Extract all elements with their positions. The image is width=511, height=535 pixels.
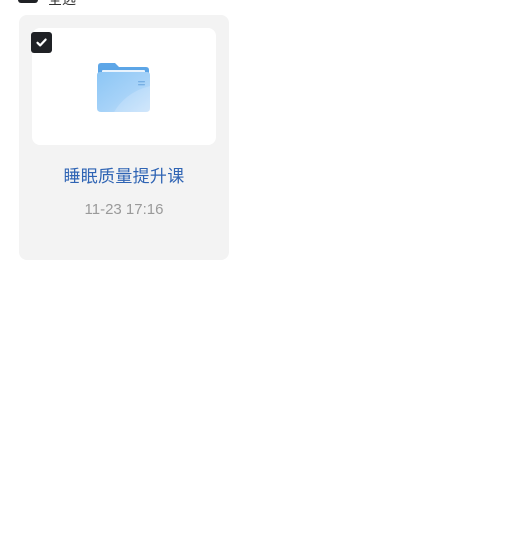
file-thumbnail[interactable]	[31, 28, 216, 145]
checkmark-icon	[36, 38, 47, 47]
select-all-checkbox[interactable]	[18, 0, 38, 3]
file-modified-time: 11-23 17:16	[84, 201, 164, 218]
file-grid-page: 全选 睡眠质量提升课 11-23 17:16	[0, 0, 511, 535]
file-card[interactable]: 睡眠质量提升课 11-23 17:16	[19, 15, 229, 260]
select-all-label: 全选	[48, 0, 76, 8]
select-all-bar: 全选	[18, 0, 76, 7]
folder-icon	[97, 63, 150, 112]
file-select-checkbox[interactable]	[31, 32, 52, 53]
file-name[interactable]: 睡眠质量提升课	[19, 162, 229, 187]
